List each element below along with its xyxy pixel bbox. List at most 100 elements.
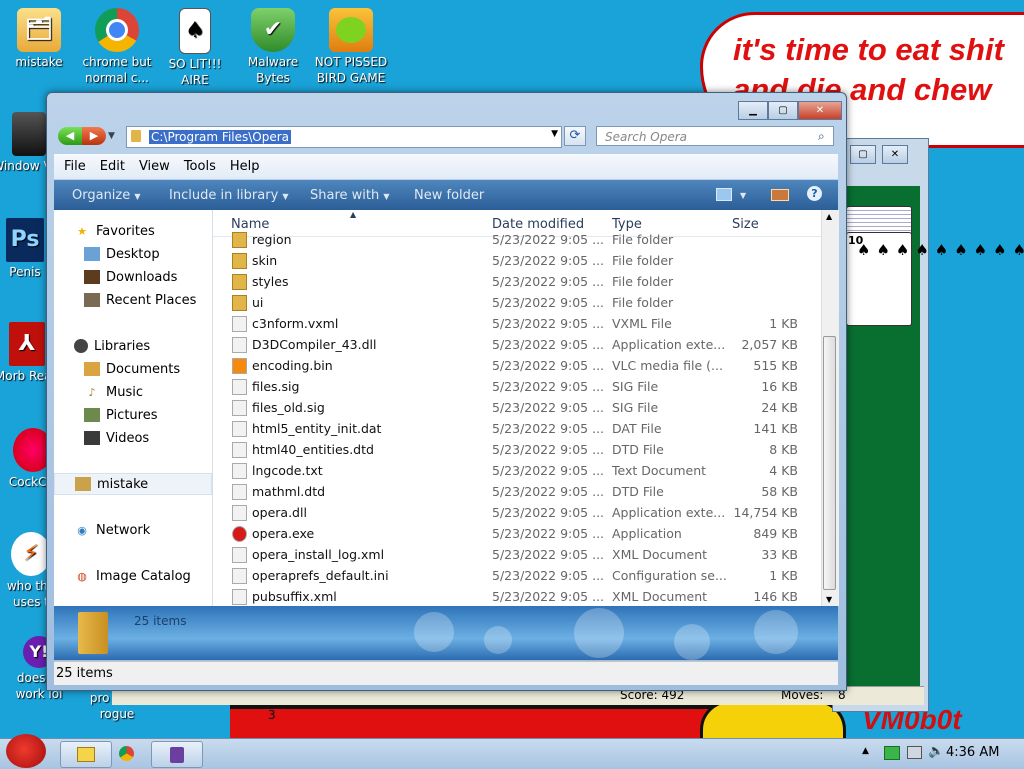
desktop-icon-bird-game[interactable]: NOT PISSED BIRD GAME	[314, 8, 388, 86]
nav-network[interactable]: ◉ Network	[74, 519, 232, 541]
star-icon: ★	[77, 224, 87, 238]
pdf-icon: ⅄	[9, 322, 45, 366]
table-row[interactable]: lngcode.txt 5/23/2022 9:05 ... Text Docume…	[213, 460, 821, 481]
search-icon[interactable]: ⌕	[818, 129, 825, 144]
new-folder-button[interactable]: New folder	[414, 188, 484, 203]
refresh-button[interactable]: ⟳	[564, 126, 586, 146]
chevron-down-icon[interactable]: ▼	[740, 191, 746, 200]
table-row[interactable]: encoding.bin 5/23/2022 9:05 ... VLC media …	[213, 355, 821, 376]
preview-pane-icon[interactable]	[771, 189, 789, 201]
table-row[interactable]: opera.dll 5/23/2022 9:05 ... Application e…	[213, 502, 821, 523]
taskbar-solitaire-button[interactable]	[151, 741, 203, 768]
file-size: 14,754 KB	[733, 505, 798, 520]
file-icon	[232, 442, 247, 458]
table-row[interactable]: styles 5/23/2022 9:05 ... File folder	[213, 271, 821, 292]
menu-edit[interactable]: Edit	[100, 159, 125, 174]
table-row[interactable]: files_old.sig 5/23/2022 9:05 ... SIG File 2…	[213, 397, 821, 418]
table-row[interactable]: c3nform.vxml 5/23/2022 9:05 ... VXML File 1…	[213, 313, 821, 334]
table-row[interactable]: html5_entity_init.dat 5/23/2022 9:05 ... D…	[213, 418, 821, 439]
file-size: 33 KB	[761, 547, 798, 562]
desktop-icon-mistake[interactable]: 🗂 mistake	[2, 8, 76, 70]
file-date: 5/23/2022 9:05 ...	[492, 547, 605, 562]
nav-libraries[interactable]: Libraries	[74, 335, 232, 357]
file-icon	[232, 421, 247, 437]
menu-help[interactable]: Help	[230, 159, 260, 174]
file-name: D3DCompiler_43.dll	[252, 337, 377, 352]
tray-volume-icon[interactable]: 🔈	[928, 744, 944, 759]
minimize-button[interactable]: ▁	[738, 101, 768, 120]
folder-large-icon	[78, 612, 108, 654]
file-size: 24 KB	[761, 400, 798, 415]
table-row[interactable]: ui 5/23/2022 9:05 ... File folder	[213, 292, 821, 313]
file-name: encoding.bin	[252, 358, 333, 373]
forward-button[interactable]: ▶	[82, 127, 106, 145]
desktop-icon	[84, 247, 100, 261]
file-date: 5/23/2022 9:05 ...	[492, 232, 605, 247]
file-type: DTD File	[612, 442, 664, 457]
menu-file[interactable]: File	[64, 159, 86, 174]
file-list: Name ▲ Date modified Type Size region 5/2…	[213, 210, 821, 606]
table-row[interactable]: files.sig 5/23/2022 9:05 ... SIG File 16 KB	[213, 376, 821, 397]
file-name: files.sig	[252, 379, 300, 394]
table-row[interactable]: mathml.dtd 5/23/2022 9:05 ... DTD File 58 K…	[213, 481, 821, 502]
card-ten-spades[interactable]: 10 ♠♠♠♠♠♠♠♠♠♠	[846, 232, 1024, 326]
view-options-icon[interactable]	[716, 188, 732, 201]
table-row[interactable]: html40_entities.dtd 5/23/2022 9:05 ... DTD…	[213, 439, 821, 460]
file-size: 1 KB	[769, 568, 798, 583]
decor-bubble	[414, 612, 454, 652]
maximize-button[interactable]: ▢	[768, 101, 798, 120]
scroll-down-icon[interactable]: ▼	[826, 595, 832, 604]
file-type: XML Document	[612, 589, 708, 604]
desktop-icon-chrome[interactable]: chrome but normal c...	[80, 8, 154, 86]
desktop-icon-malwarebytes[interactable]: ✔ Malware Bytes	[236, 8, 310, 86]
scroll-up-icon[interactable]: ▲	[826, 212, 832, 221]
file-date: 5/23/2022 9:05 ...	[492, 484, 605, 499]
start-button[interactable]	[6, 734, 46, 768]
tray-monitor-icon[interactable]	[907, 746, 922, 759]
tray-expand-icon[interactable]: ▲	[862, 746, 869, 756]
file-size: 849 KB	[753, 526, 798, 541]
address-dropdown-icon[interactable]: ▼	[551, 129, 558, 139]
file-date: 5/23/2022 9:05 ...	[492, 316, 605, 331]
details-item-count: 25 items	[134, 614, 187, 628]
recent-pages-chevron-icon[interactable]: ▼	[108, 127, 118, 145]
table-row[interactable]: pubsuffix.xml 5/23/2022 9:05 ... XML Docum…	[213, 586, 821, 606]
table-row[interactable]: region 5/23/2022 9:05 ... File folder	[213, 229, 821, 250]
help-icon[interactable]: ?	[807, 186, 822, 201]
nav-favorites[interactable]: ★ Favorites	[74, 220, 232, 242]
network-icon: ◉	[77, 523, 87, 537]
table-row[interactable]: D3DCompiler_43.dll 5/23/2022 9:05 ... Appl…	[213, 334, 821, 355]
table-row[interactable]: skin 5/23/2022 9:05 ... File folder	[213, 250, 821, 271]
chrome-icon	[118, 746, 134, 761]
file-date: 5/23/2022 9:05 ...	[492, 463, 605, 478]
taskbar-clock[interactable]: 4:36 AM	[946, 745, 999, 760]
menu-view[interactable]: View	[139, 159, 170, 174]
solitaire-close-button[interactable]: ✕	[882, 145, 908, 164]
file-name: skin	[252, 253, 278, 268]
file-name: mathml.dtd	[252, 484, 326, 499]
nav-user-mistake[interactable]: mistake	[54, 473, 212, 495]
taskbar-chrome-button[interactable]	[101, 741, 151, 766]
table-row[interactable]: opera_install_log.xml 5/23/2022 9:05 ... X…	[213, 544, 821, 565]
table-row[interactable]: opera.exe 5/23/2022 9:05 ... Application 84…	[213, 523, 821, 544]
nav-image-catalog[interactable]: ◍ Image Catalog	[74, 565, 232, 587]
file-type: SIG File	[612, 379, 659, 394]
tray-network-icon[interactable]	[884, 746, 900, 760]
chevron-down-icon: ▼	[383, 191, 390, 201]
share-with-button[interactable]: Share with ▼	[310, 188, 390, 203]
solitaire-caption-buttons: ▢ ✕	[850, 145, 908, 164]
search-input[interactable]: Search Opera	[596, 126, 834, 146]
menu-tools[interactable]: Tools	[184, 159, 216, 174]
address-bar[interactable]: C:\Program Files\Opera ▼	[126, 126, 562, 148]
close-button[interactable]: ✕	[798, 101, 842, 120]
back-button[interactable]: ◀	[58, 127, 82, 145]
folder-icon	[232, 274, 247, 290]
include-library-button[interactable]: Include in library ▼	[169, 188, 289, 203]
solitaire-maximize-button[interactable]: ▢	[850, 145, 876, 164]
scrollbar-thumb[interactable]	[823, 336, 836, 590]
address-text[interactable]: C:\Program Files\Opera	[149, 130, 292, 144]
file-type: File folder	[612, 274, 674, 289]
table-row[interactable]: operaprefs_default.ini 5/23/2022 9:05 ...…	[213, 565, 821, 586]
organize-button[interactable]: Organize ▼	[72, 188, 141, 203]
desktop-icon-solitaire[interactable]: ♠ SO LIT!!! AIRE	[158, 8, 232, 88]
